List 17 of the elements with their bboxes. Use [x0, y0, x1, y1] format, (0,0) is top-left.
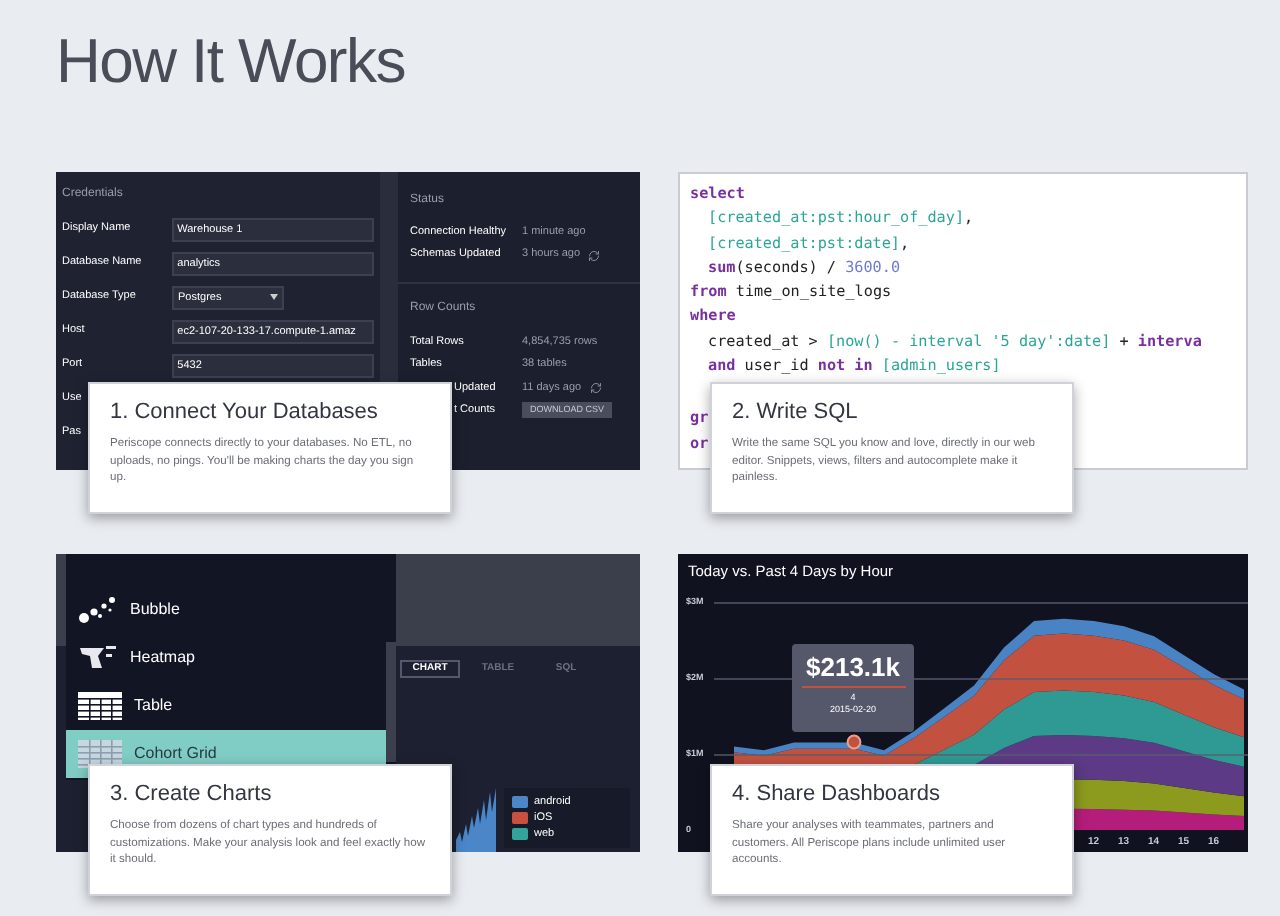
heatmap-icon	[78, 644, 118, 672]
chart-type-item[interactable]: Table	[66, 682, 386, 730]
bubble-chart-icon	[78, 596, 118, 624]
caption-title: 2. Write SQL	[732, 400, 860, 426]
page-title: How It Works	[56, 24, 405, 100]
bar-spikes-drawing	[456, 788, 496, 852]
refresh-icon[interactable]	[589, 381, 602, 394]
scrollbar	[386, 642, 396, 762]
table-icon	[78, 692, 122, 720]
caption-title: 1. Connect Your Databases	[110, 400, 380, 426]
point-marker-icon	[846, 734, 862, 750]
caption-title: 4. Share Dashboards	[732, 782, 942, 808]
caret-icon	[270, 294, 278, 300]
caption-title: 3. Create Charts	[110, 782, 274, 808]
chart-type-item[interactable]: Heatmap	[66, 634, 386, 682]
refresh-icon[interactable]	[588, 249, 601, 261]
chart-type-item[interactable]: Bubble	[66, 586, 386, 634]
